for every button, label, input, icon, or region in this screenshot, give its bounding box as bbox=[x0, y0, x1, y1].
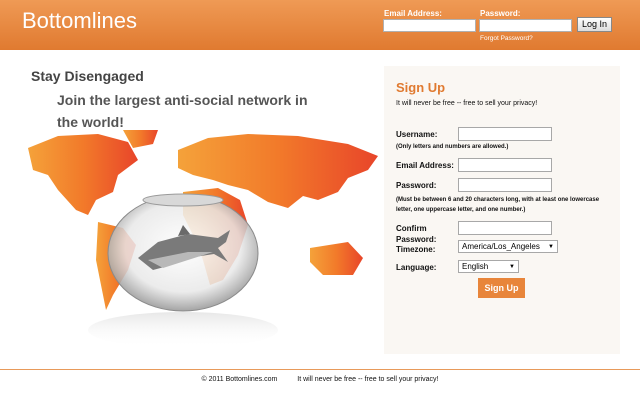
world-map-fishbowl-illustration bbox=[28, 130, 378, 348]
footer-divider bbox=[0, 369, 640, 370]
footer-copyright: © 2011 Bottomlines.com bbox=[201, 376, 278, 383]
language-select[interactable]: English ▼ bbox=[458, 260, 519, 273]
password-note: (Must be between 6 and 20 characters lon… bbox=[396, 197, 600, 213]
login-button[interactable]: Log In bbox=[577, 17, 612, 32]
continent-australia bbox=[310, 242, 363, 275]
timezone-select[interactable]: America/Los_Angeles ▼ bbox=[458, 240, 558, 253]
language-label: Language: bbox=[396, 263, 437, 272]
timezone-label: Timezone: bbox=[396, 245, 436, 254]
signup-title: Sign Up bbox=[396, 80, 446, 95]
signup-button[interactable]: Sign Up bbox=[478, 278, 525, 298]
forgot-password-link[interactable]: Forgot Password? bbox=[480, 35, 533, 42]
signup-subtitle: It will never be free -- free to sell yo… bbox=[396, 100, 538, 107]
confirm-password-label: Confirm Password: bbox=[396, 224, 437, 244]
header-email-input[interactable] bbox=[383, 19, 476, 32]
password-input[interactable] bbox=[458, 178, 552, 192]
header-password-input[interactable] bbox=[479, 19, 572, 32]
password-label: Password: bbox=[396, 181, 437, 190]
promo-tagline: Join the largest anti-social network in … bbox=[57, 92, 308, 130]
email-label: Email Address: bbox=[396, 161, 454, 170]
header-password-label: Password: bbox=[480, 9, 521, 18]
chevron-down-icon: ▼ bbox=[548, 244, 554, 250]
confirm-password-input[interactable] bbox=[458, 221, 552, 235]
chevron-down-icon: ▼ bbox=[509, 264, 515, 270]
header-email-label: Email Address: bbox=[384, 9, 442, 18]
language-value: English bbox=[462, 262, 489, 271]
promo-headline: Stay Disengaged bbox=[31, 68, 144, 84]
continent-north-america bbox=[28, 134, 138, 215]
username-input[interactable] bbox=[458, 127, 552, 141]
username-note: (Only letters and numbers are allowed.) bbox=[396, 144, 509, 150]
footer-slogan: It will never be free -- free to sell yo… bbox=[297, 376, 439, 383]
username-label: Username: bbox=[396, 130, 438, 139]
timezone-value: America/Los_Angeles bbox=[462, 242, 540, 251]
footer: © 2011 Bottomlines.com It will never be … bbox=[0, 376, 640, 383]
site-logo[interactable]: Bottomlines bbox=[22, 8, 137, 34]
email-input[interactable] bbox=[458, 158, 552, 172]
